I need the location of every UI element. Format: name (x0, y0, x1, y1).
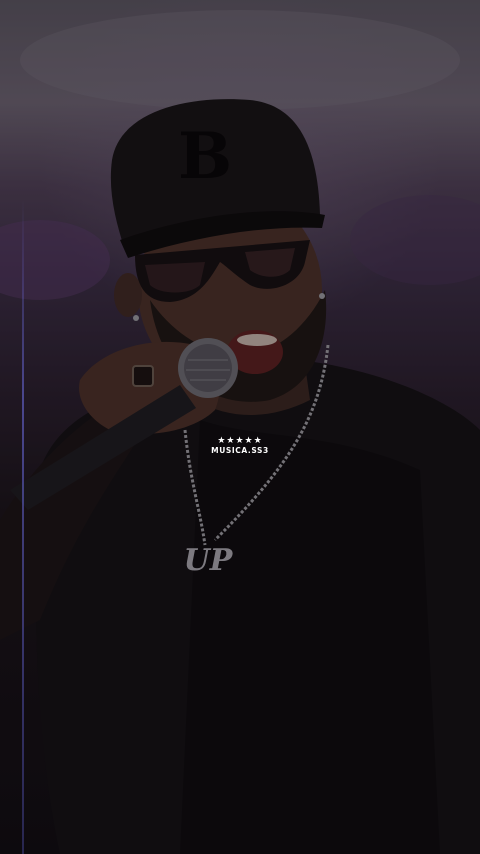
watermark-stars: ★★★★★ (217, 436, 263, 446)
pendant: UP (184, 543, 234, 578)
performer-photo: B UP (0, 10, 480, 854)
shirt-shade (180, 420, 440, 854)
cap-logo: B (178, 119, 232, 194)
watermark-text: MUSICA.SS3 (211, 446, 269, 455)
stage-light-right (350, 195, 480, 285)
earring-right (319, 293, 325, 299)
ring (132, 365, 154, 387)
microphone-grille (184, 344, 232, 392)
ear (114, 273, 142, 317)
stage-light-left (0, 220, 110, 300)
teeth (237, 334, 277, 346)
watermark: ★★★★★ MUSICA.SS3 (0, 436, 480, 455)
earring-left (133, 315, 139, 321)
accent-line (22, 200, 24, 854)
sunglasses-shine-left (145, 262, 205, 293)
video-frame: B UP ★★★★★ MUSICA.SS3 (0, 0, 480, 854)
stage-light-top (20, 10, 460, 110)
